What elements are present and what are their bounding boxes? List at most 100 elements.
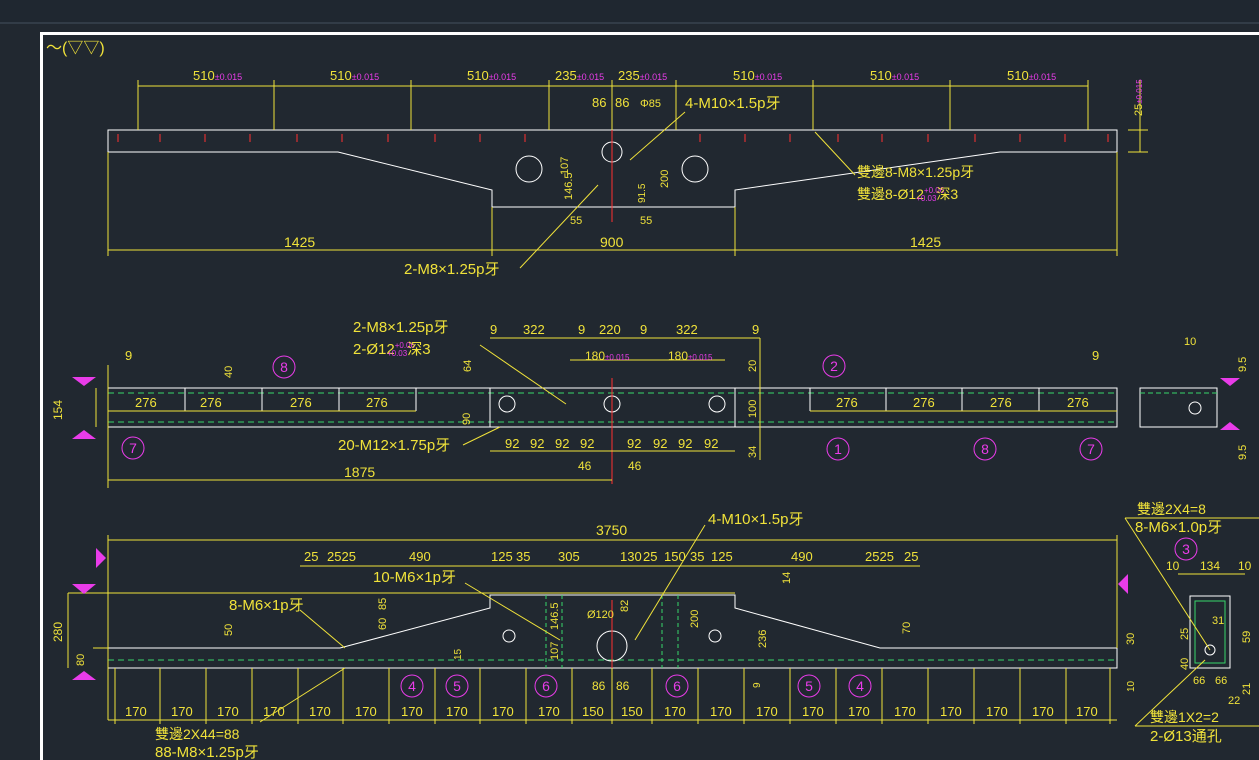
mid-dim-276-h: 276 — [1067, 395, 1089, 410]
mid-dim-92-b: 92 — [530, 436, 544, 451]
balloon-5-a: 5 — [453, 678, 461, 694]
mid-dim-276-g: 276 — [990, 395, 1012, 410]
mid-dim-34: 34 — [747, 446, 759, 458]
bot-dim-150: 150 — [664, 549, 686, 564]
top-hole-markers — [117, 134, 1109, 142]
mid-dim-64: 64 — [462, 360, 474, 372]
side-callout-2x4: 雙邊2X4=8 — [1137, 501, 1206, 517]
bot-dim-2525-b: 2525 — [865, 549, 894, 564]
bot-dim-86-a: 86 — [592, 679, 606, 693]
dim-107: 107 — [559, 157, 571, 175]
balloon-3: 3 — [1182, 541, 1190, 557]
bot-170-15: 170 — [848, 704, 870, 719]
side-dim-22: 22 — [1228, 695, 1240, 707]
mid-dim-276-b: 276 — [200, 395, 222, 410]
side-dim-134: 134 — [1200, 559, 1220, 573]
side-dim-10-b: 10 — [1238, 559, 1252, 573]
bot-170-11: 170 — [664, 704, 686, 719]
svg-text:180±0.015: 180±0.015 — [585, 349, 630, 363]
bot-dim-82: 82 — [619, 600, 631, 612]
bot-170-2: 170 — [171, 704, 193, 719]
dim-510-e: 510 — [870, 68, 892, 83]
dim-510-c: 510 — [467, 68, 489, 83]
bot-dim-490-b: 490 — [791, 549, 813, 564]
balloon-4-a: 4 — [408, 678, 416, 694]
dim-200: 200 — [659, 170, 671, 188]
bot-callout-88-m8: 88-M8×1.25p牙 — [155, 744, 259, 760]
bot-dim-30: 30 — [1125, 633, 1137, 645]
callout-8-m8: 雙邊8-M8×1.25p牙 — [857, 164, 974, 180]
mid-dim-46-b: 46 — [628, 459, 642, 473]
bot-170-20: 170 — [1076, 704, 1098, 719]
mid-dim-90: 90 — [461, 413, 473, 425]
svg-text:1: 1 — [834, 441, 842, 457]
bot-170-5: 170 — [309, 704, 331, 719]
svg-text:510±0.015: 510±0.015 — [193, 68, 242, 83]
bot-170-12: 170 — [710, 704, 732, 719]
dim-55-left: 55 — [570, 215, 582, 227]
mid-dim-276-c: 276 — [290, 395, 312, 410]
dim-thickness-25: 25±0.015 — [1133, 79, 1145, 116]
bot-170-14: 170 — [802, 704, 824, 719]
bot-dim-35-b: 35 — [690, 549, 704, 564]
svg-text:235±0.015: 235±0.015 — [555, 68, 604, 83]
bot-150-b: 150 — [621, 704, 643, 719]
mid-dim-276-a: 276 — [135, 395, 157, 410]
svg-text:7: 7 — [129, 440, 137, 456]
mid-dim-92-a: 92 — [505, 436, 519, 451]
mid-dim-92-c: 92 — [555, 436, 569, 451]
cad-drawing-canvas[interactable]: ～(▽▽) 510±0.015 510±0.015 510±0.015 235±… — [0, 0, 1259, 760]
bot-dim-200: 200 — [689, 610, 701, 628]
mid-dim-46-a: 46 — [578, 459, 592, 473]
bot-dim-25-a: 25 — [304, 549, 318, 564]
mid-dim-180-b: 180 — [668, 349, 688, 363]
bottom-balloons — [400, 674, 872, 698]
top-view-labels: 510±0.015 510±0.015 510±0.015 235±0.015 … — [193, 68, 1145, 278]
bot-170-9: 170 — [492, 704, 514, 719]
bot-callout-10-m6: 10-M6×1p牙 — [373, 569, 456, 586]
len-900: 900 — [600, 234, 624, 250]
mid-dim-154: 154 — [51, 400, 65, 420]
svg-text:8: 8 — [280, 359, 288, 375]
bot-150-a: 150 — [582, 704, 604, 719]
bot-dim-60: 60 — [377, 618, 389, 630]
bot-len-3750: 3750 — [596, 522, 627, 538]
bot-dim-305: 305 — [558, 549, 580, 564]
bot-170-19: 170 — [1032, 704, 1054, 719]
dim-510-b: 510 — [330, 68, 352, 83]
side-callout-8-m6: 8-M6×1.0p牙 — [1135, 519, 1222, 536]
dim-235-b: 235 — [618, 68, 640, 83]
side-callout-1x2: 雙邊1X2=2 — [1150, 709, 1219, 725]
bot-170-6: 170 — [355, 704, 377, 719]
side-dim-40: 40 — [1179, 658, 1191, 670]
bot-170-13: 170 — [756, 704, 778, 719]
bot-dim-130: 130 — [620, 549, 642, 564]
bot-dim-70: 70 — [901, 622, 913, 634]
mid-dim-276-d: 276 — [366, 395, 388, 410]
mid-dim-180-a: 180 — [585, 349, 605, 363]
side-dim-66-a: 66 — [1193, 675, 1205, 687]
balloon-5-b: 5 — [805, 678, 813, 694]
mid-dim-92-g: 92 — [678, 436, 692, 451]
len-1425-left: 1425 — [284, 234, 315, 250]
bot-170-10: 170 — [538, 704, 560, 719]
svg-text:510±0.015: 510±0.015 — [733, 68, 782, 83]
bot-170-3: 170 — [217, 704, 239, 719]
dim-146-5: 146.5 — [563, 172, 575, 200]
dim-510-d: 510 — [733, 68, 755, 83]
dim-86-b: 86 — [615, 95, 629, 110]
mid-dim-9-b: 9 — [578, 322, 585, 337]
bot-dim-14: 14 — [781, 572, 793, 584]
bot-callout-2x44: 雙邊2X44=88 — [155, 726, 240, 742]
len-1425-right: 1425 — [910, 234, 941, 250]
mid-dim-9-e: 9 — [125, 348, 132, 363]
bot-170-17: 170 — [940, 704, 962, 719]
side-dim-10-a: 10 — [1166, 559, 1180, 573]
top-view-hole-right — [681, 155, 709, 183]
mid-dim-20: 20 — [747, 360, 759, 372]
side-dim-9-5-a: 9.5 — [1237, 357, 1249, 372]
svg-text:8: 8 — [981, 441, 989, 457]
mid-dim-276-f: 276 — [913, 395, 935, 410]
bot-dim-85: 85 — [377, 598, 389, 610]
mid-dim-9-d: 9 — [752, 322, 759, 337]
